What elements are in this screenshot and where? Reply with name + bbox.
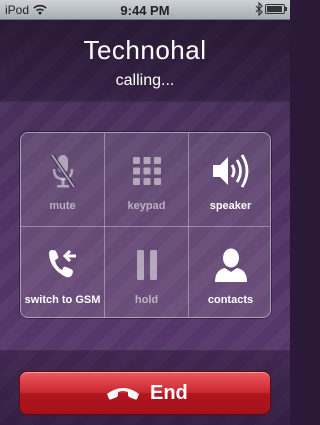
switch-call-icon: [48, 249, 76, 278]
status-bar: iPod 9:44 PM: [0, 0, 290, 20]
contact-person-icon: [214, 248, 247, 282]
phone-hangup-icon: [107, 388, 139, 400]
mute-label: mute: [49, 200, 76, 212]
end-call-label: End: [150, 382, 188, 404]
contact-name: Technohal: [83, 35, 207, 65]
speaker-label: speaker: [209, 200, 252, 212]
hold-label: hold: [134, 294, 159, 306]
call-header: Technohal calling...: [0, 20, 290, 102]
bottom-bar: End: [0, 350, 290, 425]
contacts-label: contacts: [207, 294, 254, 306]
call-controls-grid: mute keypad speaker switch to GSM hold c…: [20, 132, 271, 318]
call-status: calling...: [115, 72, 175, 89]
keypad-button[interactable]: keypad: [105, 133, 188, 226]
speaker-icon: [212, 154, 248, 188]
keypad-label: keypad: [127, 200, 166, 212]
hold-button[interactable]: hold: [105, 227, 188, 317]
contacts-button[interactable]: contacts: [189, 227, 270, 317]
battery-icon: [265, 4, 287, 14]
keypad-icon: [132, 157, 161, 185]
call-screen: iPod 9:44 PM Technohal calling... mute k…: [0, 0, 290, 425]
switch-to-gsm-label: switch to GSM: [24, 294, 101, 306]
pause-icon: [136, 250, 157, 280]
clock: 9:44 PM: [120, 3, 170, 18]
bluetooth-icon: [255, 2, 263, 16]
mute-mic-icon: [49, 153, 76, 189]
mute-button[interactable]: mute: [21, 133, 104, 226]
end-call-button[interactable]: End: [19, 371, 271, 415]
speaker-button[interactable]: speaker: [189, 133, 270, 226]
switch-to-gsm-button[interactable]: switch to GSM: [21, 227, 104, 317]
